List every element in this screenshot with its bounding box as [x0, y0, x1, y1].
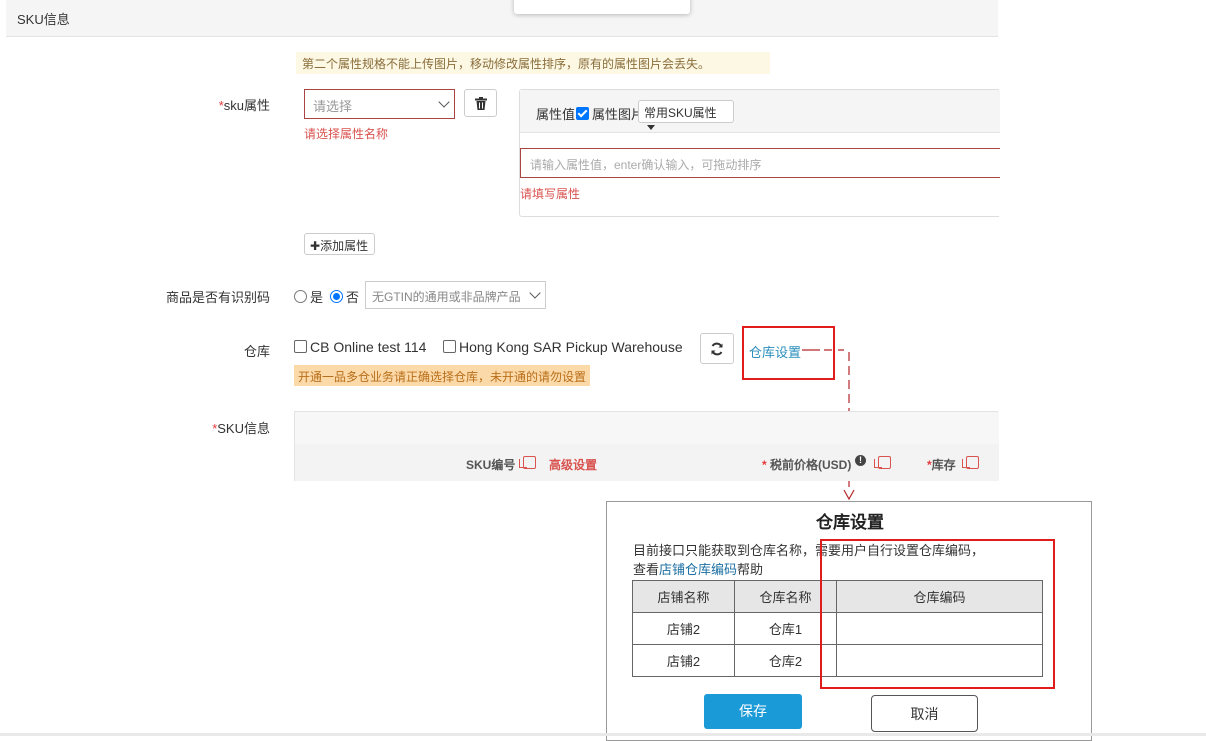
warehouse-warning: 开通一品多仓业务请正确选择仓库，未开通的请勿设置: [294, 365, 590, 386]
code-column-highlight: [820, 539, 1055, 689]
sku-attr-label: *sku属性: [218, 98, 270, 113]
copy-icon[interactable]: [519, 456, 536, 471]
refresh-icon: [711, 342, 723, 356]
sku-table-header-row: SKU编号 高级设置 * 税前价格(USD) ! *库存: [295, 444, 999, 481]
warehouse-label: 仓库: [243, 344, 270, 359]
toast-popup: [514, 0, 690, 14]
sku-info-label: *SKU信息: [212, 421, 270, 436]
plus-icon: ✚: [310, 239, 321, 253]
chevron-down-icon: [438, 96, 450, 108]
attr-value-input[interactable]: 请输入属性值，enter确认输入，可拖动排序: [520, 148, 1000, 178]
dialog-title: 仓库设置: [816, 513, 884, 532]
col-stock: *库存: [927, 458, 956, 472]
checkbox-unchecked-icon: [443, 340, 456, 353]
attr-value-header-label: 属性值: [536, 107, 576, 122]
warehouse-option-2[interactable]: Hong Kong SAR Pickup Warehouse: [443, 339, 683, 355]
copy-icon[interactable]: [962, 456, 979, 471]
warehouse-option-1[interactable]: CB Online test 114: [294, 339, 426, 355]
dialog-desc-line2: 查看店铺仓库编码帮助: [633, 562, 764, 577]
col-sku-code: SKU编号: [466, 458, 516, 472]
identifier-label: 商品是否有识别码: [165, 290, 270, 305]
refresh-warehouse-button[interactable]: [700, 333, 734, 364]
cancel-button[interactable]: 取消: [871, 695, 978, 732]
col-shop-name: 店铺名称: [632, 580, 735, 613]
add-attr-button[interactable]: ✚添加属性: [304, 233, 375, 255]
save-button[interactable]: 保存: [704, 694, 802, 729]
attr-value-panel-header: 属性值 属性图片 常用SKU属性: [520, 90, 1000, 133]
sku-attr-select-error: 请选择属性名称: [304, 127, 389, 141]
checkbox-unchecked-icon: [294, 340, 307, 353]
radio-unchecked-icon: [294, 290, 307, 303]
info-icon[interactable]: !: [855, 455, 866, 466]
attr-pic-checkbox[interactable]: 属性图片: [576, 104, 644, 123]
common-sku-attr-button[interactable]: 常用SKU属性: [638, 100, 734, 130]
section-header: SKU信息: [6, 0, 998, 37]
advanced-settings-link[interactable]: 高级设置: [549, 456, 597, 473]
trash-icon: [475, 97, 487, 110]
cell-shop: 店铺2: [632, 612, 735, 645]
col-price: * 税前价格(USD): [762, 458, 852, 472]
chevron-down-icon: [529, 287, 541, 299]
copy-icon[interactable]: [874, 456, 891, 471]
picture-warning-notice: 第二个属性规格不能上传图片，移动修改属性排序，原有的属性图片会丢失。: [296, 52, 770, 74]
sku-table: SKU编号 高级设置 * 税前价格(USD) ! *库存: [294, 411, 999, 481]
attr-value-error: 请填写属性: [520, 187, 581, 201]
sku-table-toolbar-row: [295, 412, 999, 445]
identifier-yes-radio[interactable]: 是: [294, 287, 323, 306]
identifier-no-radio[interactable]: 否: [330, 287, 359, 306]
delete-attr-button[interactable]: [464, 89, 497, 117]
gtin-type-select[interactable]: 无GTIN的通用或非品牌产品: [365, 281, 546, 309]
cell-shop: 店铺2: [632, 644, 735, 677]
sku-attr-select[interactable]: 请选择: [304, 89, 455, 119]
radio-checked-icon: [330, 290, 343, 303]
caret-down-icon: [647, 125, 655, 130]
checkbox-checked-icon: [576, 107, 589, 120]
shop-warehouse-code-link[interactable]: 店铺仓库编码: [659, 562, 737, 577]
section-title: SKU信息: [17, 12, 70, 27]
attr-value-panel: 属性值 属性图片 常用SKU属性 请输入属性值，enter确认输入，可拖动排序 …: [519, 89, 1000, 217]
